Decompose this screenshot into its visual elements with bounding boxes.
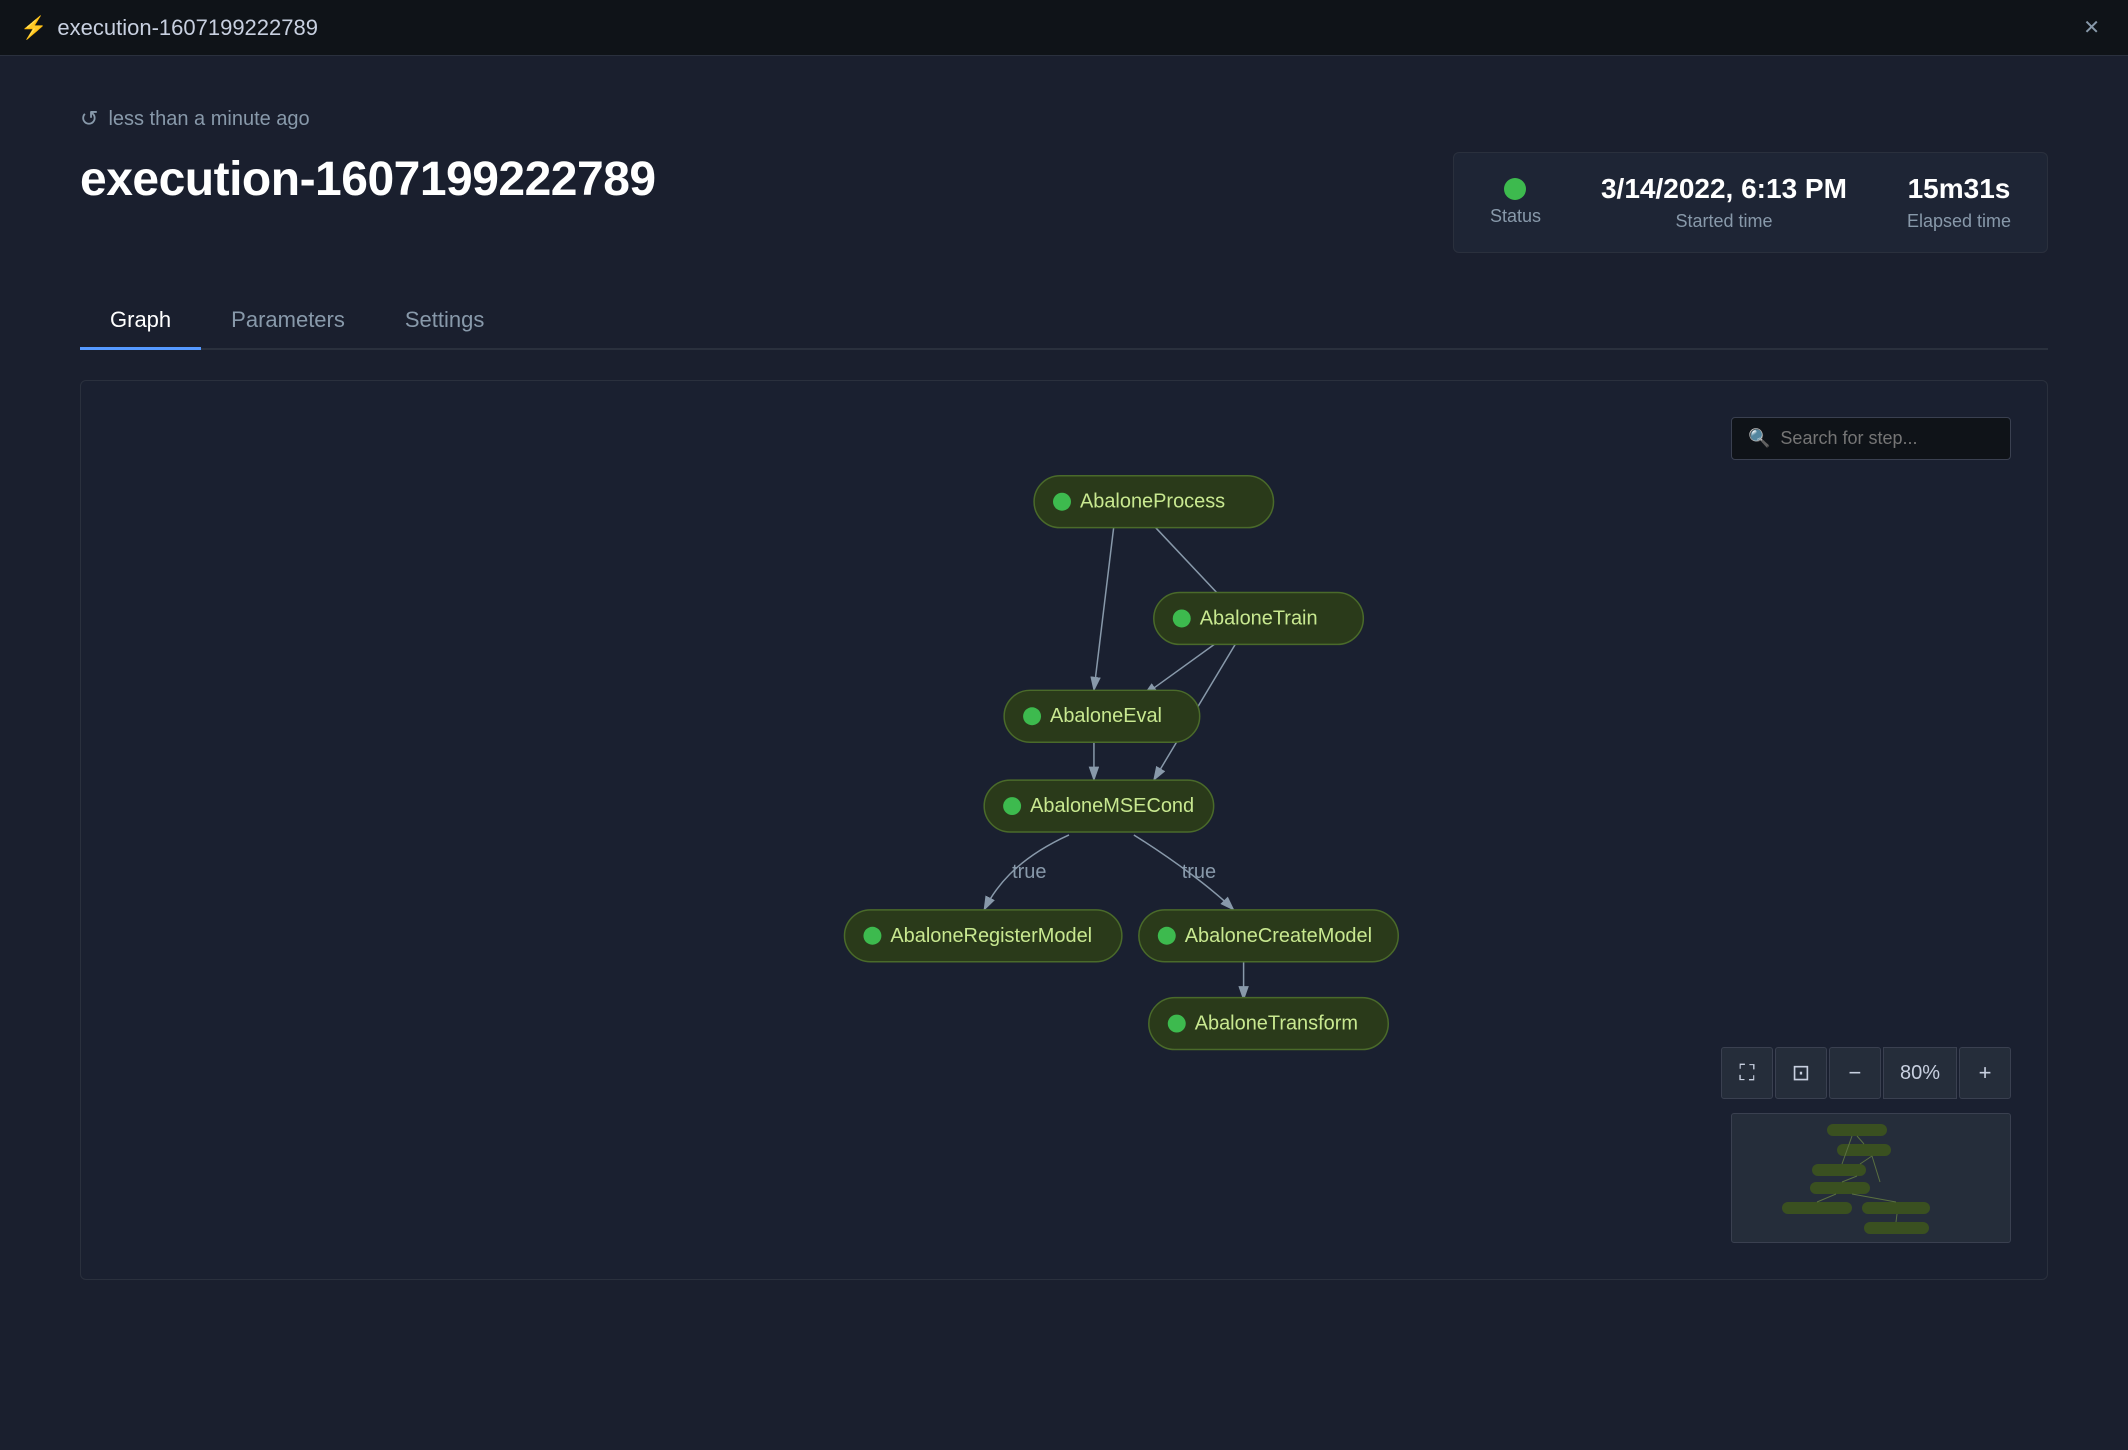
search-bar[interactable]: 🔍 <box>1731 417 2011 460</box>
status-item-time: 3/14/2022, 6:13 PM Started time <box>1601 173 1847 232</box>
header-section: execution-1607199222789 Status 3/14/2022… <box>80 152 2048 253</box>
node-abalone-process[interactable]: AbaloneProcess <box>1034 476 1273 528</box>
minimap <box>1731 1113 2011 1243</box>
search-icon: 🔍 <box>1748 428 1770 449</box>
zoom-level: 80% <box>1883 1047 1957 1099</box>
main-content: ↺ less than a minute ago execution-16071… <box>0 56 2128 1310</box>
node-abalone-eval[interactable]: AbaloneEval <box>1004 690 1200 742</box>
node-abalone-train[interactable]: AbaloneTrain <box>1154 593 1364 645</box>
svg-text:AbaloneProcess: AbaloneProcess <box>1080 491 1225 513</box>
elapsed-time-value: 15m31s <box>1908 173 2011 205</box>
fullscreen-button[interactable]: ⛶ <box>1721 1047 1773 1099</box>
refresh-row: ↺ less than a minute ago <box>80 106 2048 132</box>
node-abalone-msecond[interactable]: AbaloneMSECond <box>984 780 1213 832</box>
svg-text:AbaloneCreateModel: AbaloneCreateModel <box>1185 925 1372 947</box>
node-abalone-transform[interactable]: AbaloneTransform <box>1149 998 1388 1050</box>
status-card: Status 3/14/2022, 6:13 PM Started time 1… <box>1453 152 2048 253</box>
svg-text:AbaloneTransform: AbaloneTransform <box>1195 1013 1358 1035</box>
node-abalone-register-model[interactable]: AbaloneRegisterModel <box>844 910 1121 962</box>
zoom-in-button[interactable]: + <box>1959 1047 2011 1099</box>
title-bar-text: execution-1607199222789 <box>57 15 2075 41</box>
fit-view-button[interactable]: ⊡ <box>1775 1047 1827 1099</box>
title-bar: ⚡ execution-1607199222789 ✕ <box>0 0 2128 56</box>
tab-settings[interactable]: Settings <box>375 293 515 350</box>
tab-graph[interactable]: Graph <box>80 293 201 350</box>
edge-label-true-left: true <box>1012 861 1046 883</box>
svg-text:AbaloneTrain: AbaloneTrain <box>1200 607 1318 629</box>
search-input[interactable] <box>1780 428 1994 449</box>
close-button[interactable]: ✕ <box>2075 11 2108 44</box>
status-dot <box>1504 178 1526 200</box>
svg-text:AbaloneRegisterModel: AbaloneRegisterModel <box>890 925 1092 947</box>
node-abalone-create-model[interactable]: AbaloneCreateModel <box>1139 910 1398 962</box>
svg-text:AbaloneEval: AbaloneEval <box>1050 705 1162 727</box>
minimap-svg <box>1732 1114 2011 1243</box>
refresh-icon[interactable]: ↺ <box>80 106 98 132</box>
execution-icon: ⚡ <box>20 15 47 41</box>
tabs-row: Graph Parameters Settings <box>80 293 2048 350</box>
elapsed-time-label: Elapsed time <box>1907 211 2011 232</box>
execution-title: execution-1607199222789 <box>80 152 656 207</box>
zoom-out-button[interactable]: − <box>1829 1047 1881 1099</box>
status-item-dot: Status <box>1490 178 1541 227</box>
edge-label-true-right: true <box>1182 861 1216 883</box>
started-time-label: Started time <box>1675 211 1772 232</box>
svg-text:AbaloneMSECond: AbaloneMSECond <box>1030 795 1194 817</box>
started-time-value: 3/14/2022, 6:13 PM <box>1601 173 1847 205</box>
status-item-elapsed: 15m31s Elapsed time <box>1907 173 2011 232</box>
status-label: Status <box>1490 206 1541 227</box>
graph-container: 🔍 <box>80 380 2048 1280</box>
tab-parameters[interactable]: Parameters <box>201 293 375 350</box>
zoom-controls: ⛶ ⊡ − 80% + <box>1721 1047 2011 1099</box>
refresh-text: less than a minute ago <box>108 108 309 131</box>
